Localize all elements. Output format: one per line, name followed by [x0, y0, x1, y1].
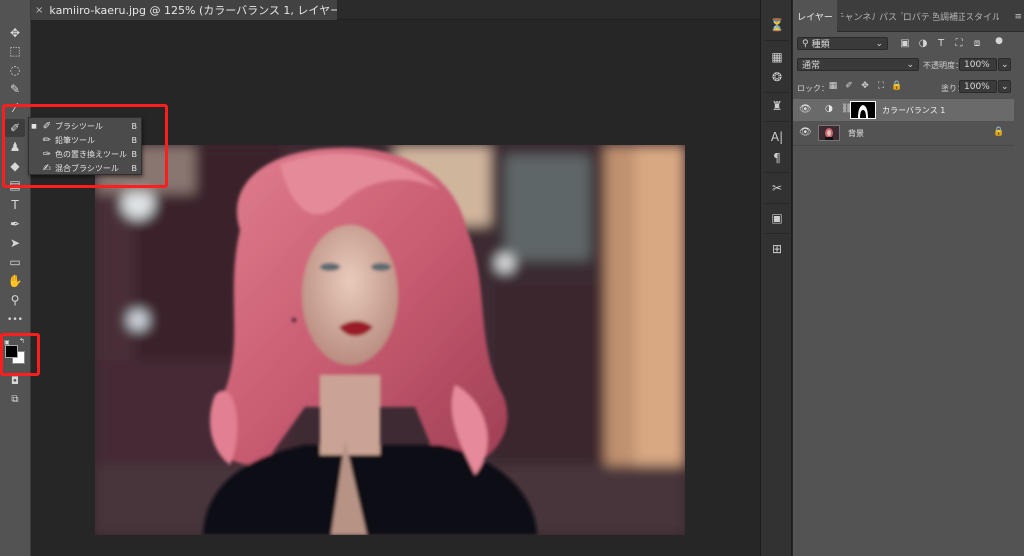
- tab-paths[interactable]: パス: [877, 0, 899, 32]
- document-tab-bar: × kamiiro-kaeru.jpg @ 125% (カラーバランス 1, レ…: [31, 0, 760, 20]
- thumbnail-photo: [819, 127, 839, 140]
- document-tab[interactable]: × kamiiro-kaeru.jpg @ 125% (カラーバランス 1, レ…: [31, 0, 337, 20]
- lock-all-icon[interactable]: 🔒: [891, 81, 903, 91]
- panel-icon-column: ⏳ ▦ ❂ ♜ A| ¶ ✂ ▣ ⊞: [760, 0, 792, 556]
- adjustment-layer-icon: ◑: [825, 104, 833, 114]
- tab-channels[interactable]: チャンネル: [841, 0, 875, 32]
- character-icon[interactable]: A|: [768, 128, 786, 146]
- mask-silhouette: [858, 105, 868, 118]
- tab-layers[interactable]: レイヤー: [793, 0, 837, 32]
- lasso-icon[interactable]: ◌: [5, 61, 25, 79]
- layer-row-color-balance[interactable]: 👁 ◑ ⛓ カラーバランス 1: [793, 99, 1014, 121]
- more-tools-icon[interactable]: •••: [5, 311, 25, 329]
- layer-mask-thumbnail[interactable]: [850, 101, 876, 119]
- close-tab-icon[interactable]: ×: [35, 5, 43, 16]
- lock-pixels-icon[interactable]: ✐: [843, 81, 855, 91]
- document-title: kamiiro-kaeru.jpg @ 125% (カラーバランス 1, レイヤ…: [49, 4, 337, 17]
- photoshop-window: ✥ ⬚ ◌ ✎ ⁄ ✐ ♟ ◆ ▤ T ✒ ➤ ▭ ✋ ⚲ ••• ▣ ↰ ◘ …: [0, 0, 1024, 556]
- rectangle-icon[interactable]: ▭: [5, 253, 25, 271]
- lock-artboard-icon[interactable]: ⛶: [875, 81, 887, 91]
- panel-tabs: レイヤー チャンネル パス プロパティ 色調補正 スタイル ≡: [793, 0, 1024, 32]
- type-filter-icon[interactable]: T: [935, 38, 947, 49]
- tab-styles[interactable]: スタイル: [967, 0, 999, 32]
- color-wheel-icon[interactable]: ❂: [768, 68, 786, 86]
- shape-filter-icon[interactable]: ⛶: [953, 38, 965, 49]
- chevron-down-icon: ⌄: [906, 59, 914, 70]
- layers-panel: レイヤー チャンネル パス プロパティ 色調補正 スタイル ≡ ⚲ 種類 ⌄ ▣…: [793, 0, 1024, 556]
- screen-mode-icon[interactable]: ⧉: [5, 390, 25, 408]
- highlight-brush-tools: [2, 104, 168, 188]
- opacity-input[interactable]: 100%: [959, 58, 997, 71]
- pixel-filter-icon[interactable]: ▣: [899, 38, 911, 49]
- pen-icon[interactable]: ✒: [5, 215, 25, 233]
- zoom-icon[interactable]: ⚲: [5, 291, 25, 309]
- smart-object-filter-icon[interactable]: ⧈: [971, 38, 983, 49]
- portrait-photo: [95, 145, 685, 535]
- tab-properties[interactable]: プロパティ: [901, 0, 931, 32]
- lock-icon: 🔒: [993, 127, 1005, 137]
- canvas-image[interactable]: [95, 145, 685, 535]
- marquee-icon[interactable]: ⬚: [5, 42, 25, 60]
- path-select-icon[interactable]: ➤: [5, 234, 25, 252]
- layer-row-background[interactable]: 👁 背景 🔒: [793, 122, 1014, 144]
- blend-mode-select[interactable]: 通常 ⌄: [797, 58, 919, 71]
- lock-position-icon[interactable]: ✥: [859, 81, 871, 91]
- type-icon[interactable]: T: [5, 196, 25, 214]
- adjustment-filter-icon[interactable]: ◑: [917, 38, 929, 49]
- document-icon[interactable]: ▣: [768, 209, 786, 227]
- opacity-label: 不透明度：: [923, 61, 963, 70]
- layer-thumbnail: [818, 125, 840, 141]
- lock-label: ロック：: [797, 84, 829, 93]
- tools-presets-icon[interactable]: ✂: [768, 179, 786, 197]
- tools-panel: ✥ ⬚ ◌ ✎ ⁄ ✐ ♟ ◆ ▤ T ✒ ➤ ▭ ✋ ⚲ ••• ▣ ↰ ◘ …: [0, 0, 31, 556]
- fill-chevron-icon[interactable]: ⌄: [998, 80, 1011, 93]
- filter-kind-value: 種類: [811, 40, 830, 50]
- history-icon[interactable]: ⏳: [768, 16, 786, 34]
- layer-name[interactable]: 背景: [848, 128, 864, 139]
- hand-icon[interactable]: ✋: [5, 272, 25, 290]
- search-icon: ⚲: [802, 38, 809, 49]
- artboard-icon[interactable]: ⊞: [768, 240, 786, 258]
- move-icon[interactable]: ✥: [5, 24, 25, 42]
- tab-adjustments[interactable]: 色調補正: [933, 0, 965, 32]
- fill-input[interactable]: 100%: [959, 80, 997, 93]
- layer-filter-select[interactable]: ⚲ 種類 ⌄: [797, 37, 888, 50]
- chevron-down-icon: ⌄: [875, 38, 883, 49]
- panel-menu-icon[interactable]: ≡: [1014, 12, 1022, 22]
- quick-select-icon[interactable]: ✎: [5, 80, 25, 98]
- lock-transparent-icon[interactable]: ▦: [827, 81, 839, 91]
- paragraph-icon[interactable]: ¶: [768, 149, 786, 167]
- clone-source-icon[interactable]: ♜: [768, 97, 786, 115]
- opacity-chevron-icon[interactable]: ⌄: [998, 58, 1011, 71]
- visibility-eye-icon[interactable]: 👁: [799, 104, 812, 115]
- highlight-color-swatches: [0, 333, 40, 376]
- swatches-grid-icon[interactable]: ▦: [768, 48, 786, 66]
- filter-toggle-icon[interactable]: ●: [993, 36, 1005, 46]
- visibility-eye-icon[interactable]: 👁: [799, 127, 812, 138]
- blend-mode-value: 通常: [802, 61, 821, 71]
- layer-name[interactable]: カラーバランス 1: [882, 105, 945, 116]
